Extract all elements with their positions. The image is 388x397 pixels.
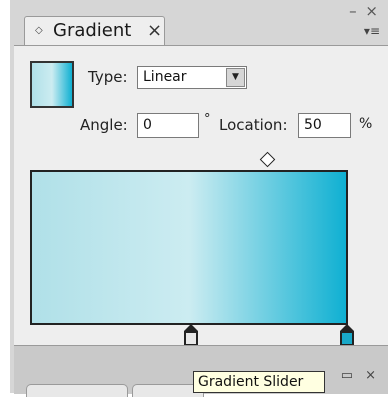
- tooltip: Gradient Slider: [193, 371, 325, 393]
- percent-symbol: %: [359, 116, 373, 132]
- tab-grip-icon: ◇: [35, 25, 43, 36]
- angle-input[interactable]: 0: [137, 113, 199, 138]
- location-input[interactable]: 50: [298, 113, 351, 138]
- tab-title: Gradient: [53, 20, 132, 41]
- gradient-slider[interactable]: [30, 170, 348, 325]
- type-label: Type:: [88, 68, 128, 86]
- midpoint-diamond-icon[interactable]: [259, 151, 276, 168]
- panel-menu-icon[interactable]: ▾≡: [358, 24, 380, 42]
- degree-symbol: °: [204, 112, 211, 127]
- type-select[interactable]: Linear ▼: [137, 66, 247, 89]
- bottom-window-controls[interactable]: ▭ ×: [341, 368, 380, 383]
- gradient-swatch[interactable]: [30, 61, 74, 108]
- gradient-panel-body: Type: Linear ▼ Angle: 0 ° Location: 50 %: [14, 45, 388, 346]
- window-controls[interactable]: – ×: [349, 2, 380, 20]
- close-icon[interactable]: ×: [147, 20, 162, 41]
- angle-label: Angle:: [80, 116, 128, 134]
- bottom-tab-1[interactable]: [26, 384, 128, 397]
- location-label: Location:: [219, 116, 288, 134]
- chevron-down-icon[interactable]: ▼: [226, 68, 245, 87]
- tab-gradient[interactable]: ◇ Gradient ×: [24, 16, 165, 46]
- type-select-value: Linear: [143, 69, 187, 85]
